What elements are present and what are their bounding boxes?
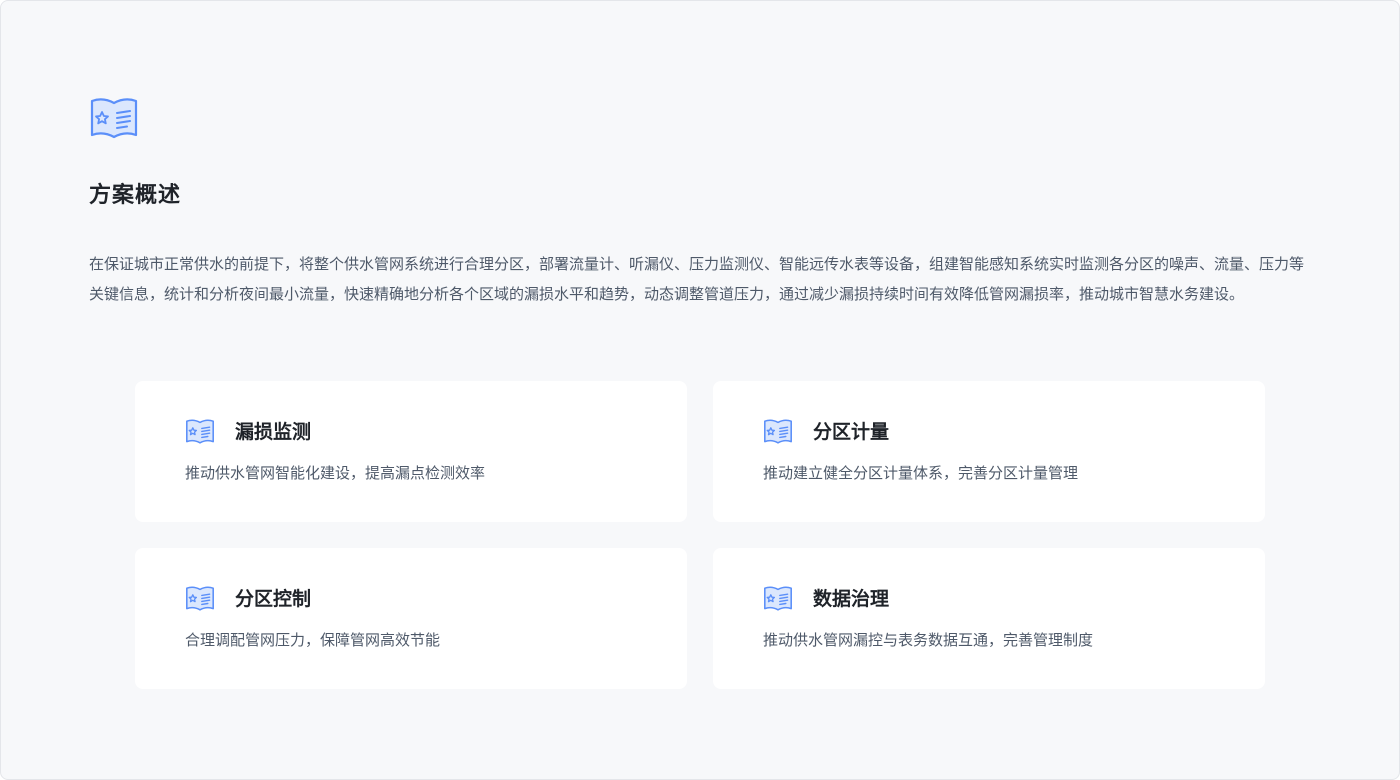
book-star-icon — [186, 586, 214, 611]
feature-card-description: 推动建立健全分区计量体系，完善分区计量管理 — [763, 464, 1079, 482]
book-star-icon — [764, 586, 792, 611]
book-star-icon — [764, 419, 792, 444]
feature-card-data-governance: 数据治理 推动供水管网漏控与表务数据互通，完善管理制度 — [713, 548, 1265, 689]
feature-card-title: 分区计量 — [813, 421, 890, 443]
book-star-icon — [90, 98, 138, 139]
feature-card-leak-monitoring: 漏损监测 推动供水管网智能化建设，提高漏点检测效率 — [135, 381, 687, 522]
feature-card-title: 数据治理 — [813, 588, 890, 610]
section-description: 在保证城市正常供水的前提下，将整个供水管网系统进行合理分区，部署流量计、听漏仪、… — [89, 255, 1305, 303]
feature-card-title: 分区控制 — [235, 588, 312, 610]
section-title: 方案概述 — [89, 183, 182, 208]
feature-card-description: 合理调配管网压力，保障管网高效节能 — [185, 631, 441, 649]
feature-card-zone-control: 分区控制 合理调配管网压力，保障管网高效节能 — [135, 548, 687, 689]
feature-card-zone-metering: 分区计量 推动建立健全分区计量体系，完善分区计量管理 — [713, 381, 1265, 522]
book-star-icon — [186, 419, 214, 444]
overview-panel: 方案概述 在保证城市正常供水的前提下，将整个供水管网系统进行合理分区，部署流量计… — [0, 0, 1400, 780]
feature-card-description: 推动供水管网智能化建设，提高漏点检测效率 — [185, 464, 486, 482]
feature-card-description: 推动供水管网漏控与表务数据互通，完善管理制度 — [763, 631, 1094, 649]
feature-card-title: 漏损监测 — [235, 421, 312, 443]
